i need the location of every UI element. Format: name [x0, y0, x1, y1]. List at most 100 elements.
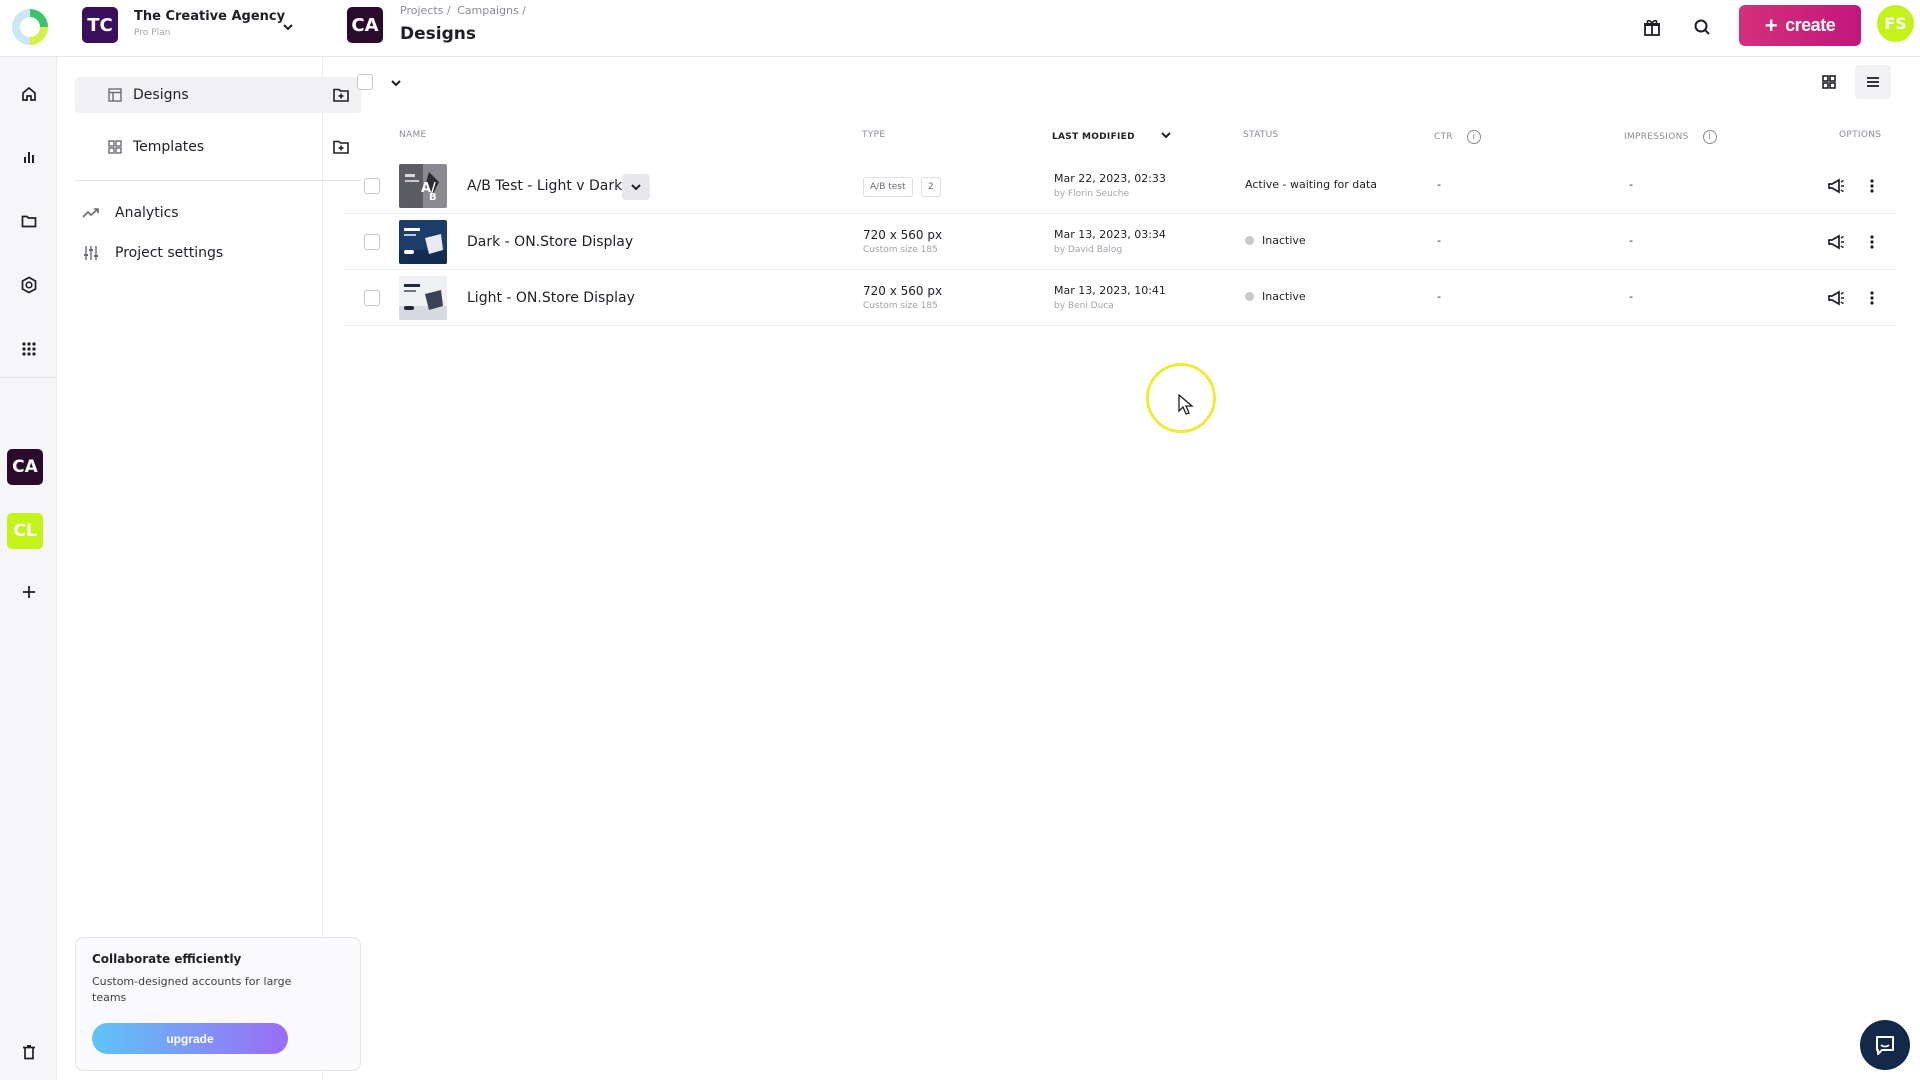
- design-name[interactable]: Dark - ON.Store Display: [467, 234, 633, 250]
- design-size-name: Custom size 185: [863, 245, 938, 255]
- chat-launcher-icon[interactable]: [1860, 1020, 1910, 1070]
- org-avatar[interactable]: TC: [82, 7, 118, 43]
- layout-icon: [107, 87, 123, 103]
- modified-by: by Florin Seuche: [1054, 189, 1129, 199]
- template-icon: [107, 139, 123, 155]
- expand-variants-chevron-icon[interactable]: [622, 174, 650, 200]
- page-title: Designs: [400, 24, 476, 44]
- info-icon[interactable]: i: [1702, 130, 1717, 144]
- column-header-impressions[interactable]: IMPRESSIONS i: [1624, 130, 1717, 144]
- grid-view-icon[interactable]: [1811, 65, 1847, 99]
- ctr-value: -: [1437, 234, 1441, 247]
- org-name[interactable]: The Creative Agency: [134, 9, 285, 24]
- row-checkbox[interactable]: [364, 290, 380, 306]
- trend-up-icon: [81, 205, 101, 221]
- trash-icon[interactable]: [12, 1035, 46, 1069]
- column-header-label: CTR: [1434, 132, 1453, 142]
- column-header-type[interactable]: TYPE: [862, 130, 885, 140]
- column-header-last-modified[interactable]: LAST MODIFIED: [1052, 130, 1171, 143]
- sidebar-item-templates[interactable]: Templates: [75, 129, 361, 165]
- column-header-status[interactable]: STATUS: [1243, 130, 1279, 140]
- workspace-ca[interactable]: CA: [7, 449, 43, 485]
- sidebar-item-label: Analytics: [115, 205, 179, 221]
- upsell-title: Collaborate efficiently: [92, 952, 242, 966]
- design-size: 720 x 560 px: [863, 228, 943, 242]
- status-text: Inactive: [1245, 234, 1306, 247]
- column-header-options: OPTIONS: [1839, 130, 1882, 140]
- gift-icon[interactable]: [1639, 14, 1665, 40]
- table-row[interactable]: A/ B A/B Test - Light v Dark A/B test 2 …: [345, 158, 1895, 214]
- status-label: Inactive: [1262, 234, 1306, 247]
- bar-chart-icon[interactable]: [12, 140, 46, 174]
- breadcrumb: Projects / Campaigns /: [400, 4, 529, 17]
- create-button-label: create: [1785, 15, 1836, 35]
- more-options-icon[interactable]: [1861, 231, 1883, 253]
- design-thumbnail[interactable]: A/ B: [399, 164, 447, 208]
- publish-megaphone-icon[interactable]: [1825, 287, 1847, 309]
- sort-chevron-icon: [1161, 130, 1171, 143]
- user-avatar[interactable]: FS: [1877, 5, 1914, 42]
- project-sidebar: Designs Templates Analytics Project sett…: [57, 57, 361, 1080]
- sidebar-item-label: Project settings: [115, 245, 224, 261]
- table-row[interactable]: Light - ON.Store Display 720 x 560 px Cu…: [345, 270, 1895, 326]
- search-icon[interactable]: [1689, 14, 1715, 40]
- sidebar-item-analytics[interactable]: Analytics: [81, 201, 179, 225]
- publish-megaphone-icon[interactable]: [1825, 175, 1847, 197]
- org-switcher-chevron-icon[interactable]: [277, 16, 299, 38]
- app-logo-icon[interactable]: [10, 6, 50, 48]
- status-label: Active - waiting for data: [1245, 178, 1377, 191]
- impressions-value: -: [1629, 290, 1633, 303]
- ctr-value: -: [1437, 178, 1441, 191]
- design-name[interactable]: A/B Test - Light v Dark: [467, 178, 622, 194]
- design-size: 720 x 560 px: [863, 284, 943, 298]
- info-icon[interactable]: i: [1466, 130, 1481, 144]
- top-bar: TC The Creative Agency Pro Plan CA Proje…: [0, 0, 1920, 57]
- svg-text:B: B: [429, 192, 437, 203]
- more-options-icon[interactable]: [1861, 175, 1883, 197]
- breadcrumb-campaigns[interactable]: Campaigns /: [457, 4, 526, 17]
- column-header-ctr[interactable]: CTR i: [1434, 130, 1481, 144]
- type-tag: A/B test: [863, 177, 913, 197]
- list-view-icon[interactable]: [1855, 65, 1891, 99]
- modified-by: by Beni Duca: [1054, 301, 1114, 311]
- more-options-icon[interactable]: [1861, 287, 1883, 309]
- project-avatar[interactable]: CA: [347, 7, 383, 43]
- status-dot-icon: [1245, 236, 1254, 245]
- folder-icon[interactable]: [12, 204, 46, 238]
- status-text: Inactive: [1245, 290, 1306, 303]
- design-thumbnail[interactable]: [399, 276, 447, 320]
- sidebar-item-designs[interactable]: Designs: [75, 77, 361, 113]
- add-workspace-icon[interactable]: [12, 575, 46, 609]
- select-all-checkbox[interactable]: [357, 74, 373, 90]
- app-root: TC The Creative Agency Pro Plan CA Proje…: [0, 0, 1920, 1080]
- sidebar-item-project-settings[interactable]: Project settings: [81, 241, 223, 265]
- select-menu-chevron-icon[interactable]: [387, 74, 405, 92]
- apps-grid-icon[interactable]: [12, 332, 46, 366]
- create-button[interactable]: + create: [1739, 5, 1861, 46]
- status-dot-icon: [1245, 292, 1254, 301]
- workspace-cl[interactable]: CL: [7, 513, 43, 549]
- design-thumbnail[interactable]: [399, 220, 447, 264]
- new-folder-icon[interactable]: [331, 137, 351, 157]
- design-name[interactable]: Light - ON.Store Display: [467, 290, 635, 306]
- home-icon[interactable]: [12, 77, 46, 111]
- sliders-icon: [81, 245, 101, 261]
- variant-count-badge: 2: [921, 177, 941, 197]
- sidebar-item-label: Templates: [133, 139, 205, 155]
- modified-by: by David Balog: [1054, 245, 1123, 255]
- upgrade-button[interactable]: upgrade: [92, 1023, 288, 1054]
- breadcrumb-projects[interactable]: Projects /: [400, 4, 451, 17]
- brand-kit-icon[interactable]: [12, 268, 46, 302]
- design-size-name: Custom size 185: [863, 301, 938, 311]
- new-folder-icon[interactable]: [331, 85, 351, 105]
- left-rail: CA CL: [0, 57, 57, 1080]
- column-header-name[interactable]: NAME: [399, 130, 427, 140]
- upsell-text: Custom-designed accounts for large teams: [92, 975, 292, 1004]
- column-header-label: LAST MODIFIED: [1052, 131, 1135, 142]
- upsell-card: Collaborate efficiently Custom-designed …: [75, 937, 361, 1071]
- row-checkbox[interactable]: [364, 234, 380, 250]
- table-row[interactable]: Dark - ON.Store Display 720 x 560 px Cus…: [345, 214, 1895, 270]
- publish-megaphone-icon[interactable]: [1825, 231, 1847, 253]
- status-label: Inactive: [1262, 290, 1306, 303]
- row-checkbox[interactable]: [364, 178, 380, 194]
